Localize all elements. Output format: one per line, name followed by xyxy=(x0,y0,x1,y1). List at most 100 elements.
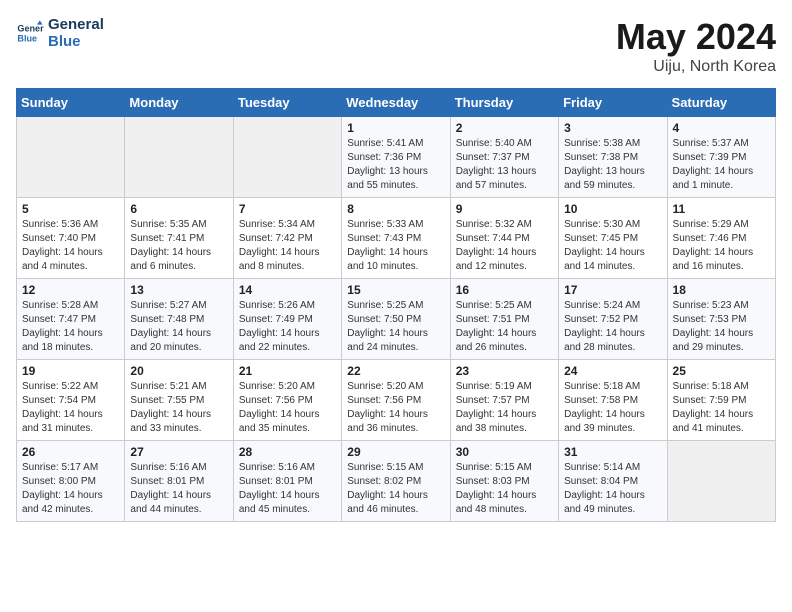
day-number: 23 xyxy=(456,364,553,378)
day-number: 7 xyxy=(239,202,336,216)
day-info: Sunrise: 5:18 AMSunset: 7:58 PMDaylight:… xyxy=(564,380,661,436)
logo-general: General xyxy=(48,16,104,33)
calendar-cell: 8 Sunrise: 5:33 AMSunset: 7:43 PMDaylight… xyxy=(342,198,450,279)
day-number: 6 xyxy=(130,202,227,216)
day-number: 28 xyxy=(239,445,336,459)
calendar-cell: 7 Sunrise: 5:34 AMSunset: 7:42 PMDaylight… xyxy=(233,198,341,279)
day-number: 13 xyxy=(130,283,227,297)
logo-icon: General Blue xyxy=(16,19,44,47)
day-info: Sunrise: 5:20 AMSunset: 7:56 PMDaylight:… xyxy=(239,380,336,436)
day-number: 24 xyxy=(564,364,661,378)
calendar-week-row: 26Sunrise: 5:17 AMSunset: 8:00 PMDayligh… xyxy=(17,441,776,522)
logo: General Blue General Blue xyxy=(16,16,104,51)
calendar-cell: 30 Sunrise: 5:15 AMSunset: 8:03 PMDayligh… xyxy=(450,441,558,522)
day-info: Sunrise: 5:17 AMSunset: 8:00 PMDaylight:… xyxy=(22,461,119,517)
day-info: Sunrise: 5:35 AMSunset: 7:41 PMDaylight:… xyxy=(130,218,227,274)
weekday-header-cell: Thursday xyxy=(450,89,558,117)
day-number: 17 xyxy=(564,283,661,297)
day-number: 14 xyxy=(239,283,336,297)
calendar-cell: 29Sunrise: 5:15 AMSunset: 8:02 PMDayligh… xyxy=(342,441,450,522)
day-number: 12 xyxy=(22,283,119,297)
weekday-header-cell: Monday xyxy=(125,89,233,117)
day-number: 5 xyxy=(22,202,119,216)
month-title: May 2024 xyxy=(616,16,776,58)
calendar-cell: 2 Sunrise: 5:40 AMSunset: 7:37 PMDaylight… xyxy=(450,117,558,198)
calendar-cell xyxy=(667,441,775,522)
calendar-cell: 15Sunrise: 5:25 AMSunset: 7:50 PMDayligh… xyxy=(342,279,450,360)
day-info: Sunrise: 5:16 AMSunset: 8:01 PMDaylight:… xyxy=(130,461,227,517)
calendar-cell: 21 Sunrise: 5:20 AMSunset: 7:56 PMDayligh… xyxy=(233,360,341,441)
calendar-cell: 28 Sunrise: 5:16 AMSunset: 8:01 PMDayligh… xyxy=(233,441,341,522)
calendar-cell: 22 Sunrise: 5:20 AMSunset: 7:56 PMDayligh… xyxy=(342,360,450,441)
calendar-cell: 16Sunrise: 5:25 AMSunset: 7:51 PMDayligh… xyxy=(450,279,558,360)
day-info: Sunrise: 5:16 AMSunset: 8:01 PMDaylight:… xyxy=(239,461,336,517)
day-info: Sunrise: 5:23 AMSunset: 7:53 PMDaylight:… xyxy=(673,299,770,355)
day-info: Sunrise: 5:29 AMSunset: 7:46 PMDaylight:… xyxy=(673,218,770,274)
calendar-cell: 9Sunrise: 5:32 AMSunset: 7:44 PMDaylight… xyxy=(450,198,558,279)
weekday-header-cell: Friday xyxy=(559,89,667,117)
weekday-header-cell: Saturday xyxy=(667,89,775,117)
header: General Blue General Blue May 2024 Uiju,… xyxy=(16,16,776,76)
calendar-cell xyxy=(17,117,125,198)
day-info: Sunrise: 5:19 AMSunset: 7:57 PMDaylight:… xyxy=(456,380,553,436)
day-info: Sunrise: 5:32 AMSunset: 7:44 PMDaylight:… xyxy=(456,218,553,274)
day-number: 2 xyxy=(456,121,553,135)
svg-text:Blue: Blue xyxy=(17,34,37,44)
day-number: 22 xyxy=(347,364,444,378)
logo-blue: Blue xyxy=(48,33,104,50)
calendar-body: 1 Sunrise: 5:41 AMSunset: 7:36 PMDaylight… xyxy=(17,117,776,522)
day-info: Sunrise: 5:18 AMSunset: 7:59 PMDaylight:… xyxy=(673,380,770,436)
day-number: 20 xyxy=(130,364,227,378)
day-number: 10 xyxy=(564,202,661,216)
calendar-cell: 26Sunrise: 5:17 AMSunset: 8:00 PMDayligh… xyxy=(17,441,125,522)
day-info: Sunrise: 5:14 AMSunset: 8:04 PMDaylight:… xyxy=(564,461,661,517)
day-number: 21 xyxy=(239,364,336,378)
calendar-cell: 14 Sunrise: 5:26 AMSunset: 7:49 PMDayligh… xyxy=(233,279,341,360)
calendar-cell: 12 Sunrise: 5:28 AMSunset: 7:47 PMDayligh… xyxy=(17,279,125,360)
day-number: 3 xyxy=(564,121,661,135)
day-info: Sunrise: 5:33 AMSunset: 7:43 PMDaylight:… xyxy=(347,218,444,274)
day-info: Sunrise: 5:20 AMSunset: 7:56 PMDaylight:… xyxy=(347,380,444,436)
day-info: Sunrise: 5:26 AMSunset: 7:49 PMDaylight:… xyxy=(239,299,336,355)
day-info: Sunrise: 5:24 AMSunset: 7:52 PMDaylight:… xyxy=(564,299,661,355)
day-number: 30 xyxy=(456,445,553,459)
calendar-cell: 19Sunrise: 5:22 AMSunset: 7:54 PMDayligh… xyxy=(17,360,125,441)
day-number: 16 xyxy=(456,283,553,297)
day-number: 8 xyxy=(347,202,444,216)
calendar-cell xyxy=(233,117,341,198)
calendar-week-row: 12 Sunrise: 5:28 AMSunset: 7:47 PMDayligh… xyxy=(17,279,776,360)
calendar-week-row: 5 Sunrise: 5:36 AMSunset: 7:40 PMDaylight… xyxy=(17,198,776,279)
day-info: Sunrise: 5:36 AMSunset: 7:40 PMDaylight:… xyxy=(22,218,119,274)
day-info: Sunrise: 5:40 AMSunset: 7:37 PMDaylight:… xyxy=(456,137,553,193)
day-info: Sunrise: 5:37 AMSunset: 7:39 PMDaylight:… xyxy=(673,137,770,193)
weekday-header-cell: Wednesday xyxy=(342,89,450,117)
day-info: Sunrise: 5:15 AMSunset: 8:03 PMDaylight:… xyxy=(456,461,553,517)
calendar-cell: 17 Sunrise: 5:24 AMSunset: 7:52 PMDayligh… xyxy=(559,279,667,360)
calendar-cell: 10 Sunrise: 5:30 AMSunset: 7:45 PMDayligh… xyxy=(559,198,667,279)
location-title: Uiju, North Korea xyxy=(616,58,776,76)
calendar-week-row: 1 Sunrise: 5:41 AMSunset: 7:36 PMDaylight… xyxy=(17,117,776,198)
day-info: Sunrise: 5:25 AMSunset: 7:50 PMDaylight:… xyxy=(347,299,444,355)
calendar-cell xyxy=(125,117,233,198)
weekday-header-cell: Sunday xyxy=(17,89,125,117)
day-info: Sunrise: 5:41 AMSunset: 7:36 PMDaylight:… xyxy=(347,137,444,193)
day-info: Sunrise: 5:30 AMSunset: 7:45 PMDaylight:… xyxy=(564,218,661,274)
calendar-week-row: 19Sunrise: 5:22 AMSunset: 7:54 PMDayligh… xyxy=(17,360,776,441)
day-number: 1 xyxy=(347,121,444,135)
day-number: 25 xyxy=(673,364,770,378)
calendar-cell: 27 Sunrise: 5:16 AMSunset: 8:01 PMDayligh… xyxy=(125,441,233,522)
calendar-cell: 18Sunrise: 5:23 AMSunset: 7:53 PMDayligh… xyxy=(667,279,775,360)
calendar-table: SundayMondayTuesdayWednesdayThursdayFrid… xyxy=(16,88,776,522)
day-info: Sunrise: 5:22 AMSunset: 7:54 PMDaylight:… xyxy=(22,380,119,436)
day-number: 27 xyxy=(130,445,227,459)
calendar-cell: 3 Sunrise: 5:38 AMSunset: 7:38 PMDaylight… xyxy=(559,117,667,198)
day-info: Sunrise: 5:38 AMSunset: 7:38 PMDaylight:… xyxy=(564,137,661,193)
calendar-cell: 11Sunrise: 5:29 AMSunset: 7:46 PMDayligh… xyxy=(667,198,775,279)
day-info: Sunrise: 5:28 AMSunset: 7:47 PMDaylight:… xyxy=(22,299,119,355)
calendar-cell: 1 Sunrise: 5:41 AMSunset: 7:36 PMDaylight… xyxy=(342,117,450,198)
day-info: Sunrise: 5:34 AMSunset: 7:42 PMDaylight:… xyxy=(239,218,336,274)
calendar-cell: 31 Sunrise: 5:14 AMSunset: 8:04 PMDayligh… xyxy=(559,441,667,522)
day-number: 31 xyxy=(564,445,661,459)
calendar-cell: 4Sunrise: 5:37 AMSunset: 7:39 PMDaylight… xyxy=(667,117,775,198)
calendar-cell: 5 Sunrise: 5:36 AMSunset: 7:40 PMDaylight… xyxy=(17,198,125,279)
